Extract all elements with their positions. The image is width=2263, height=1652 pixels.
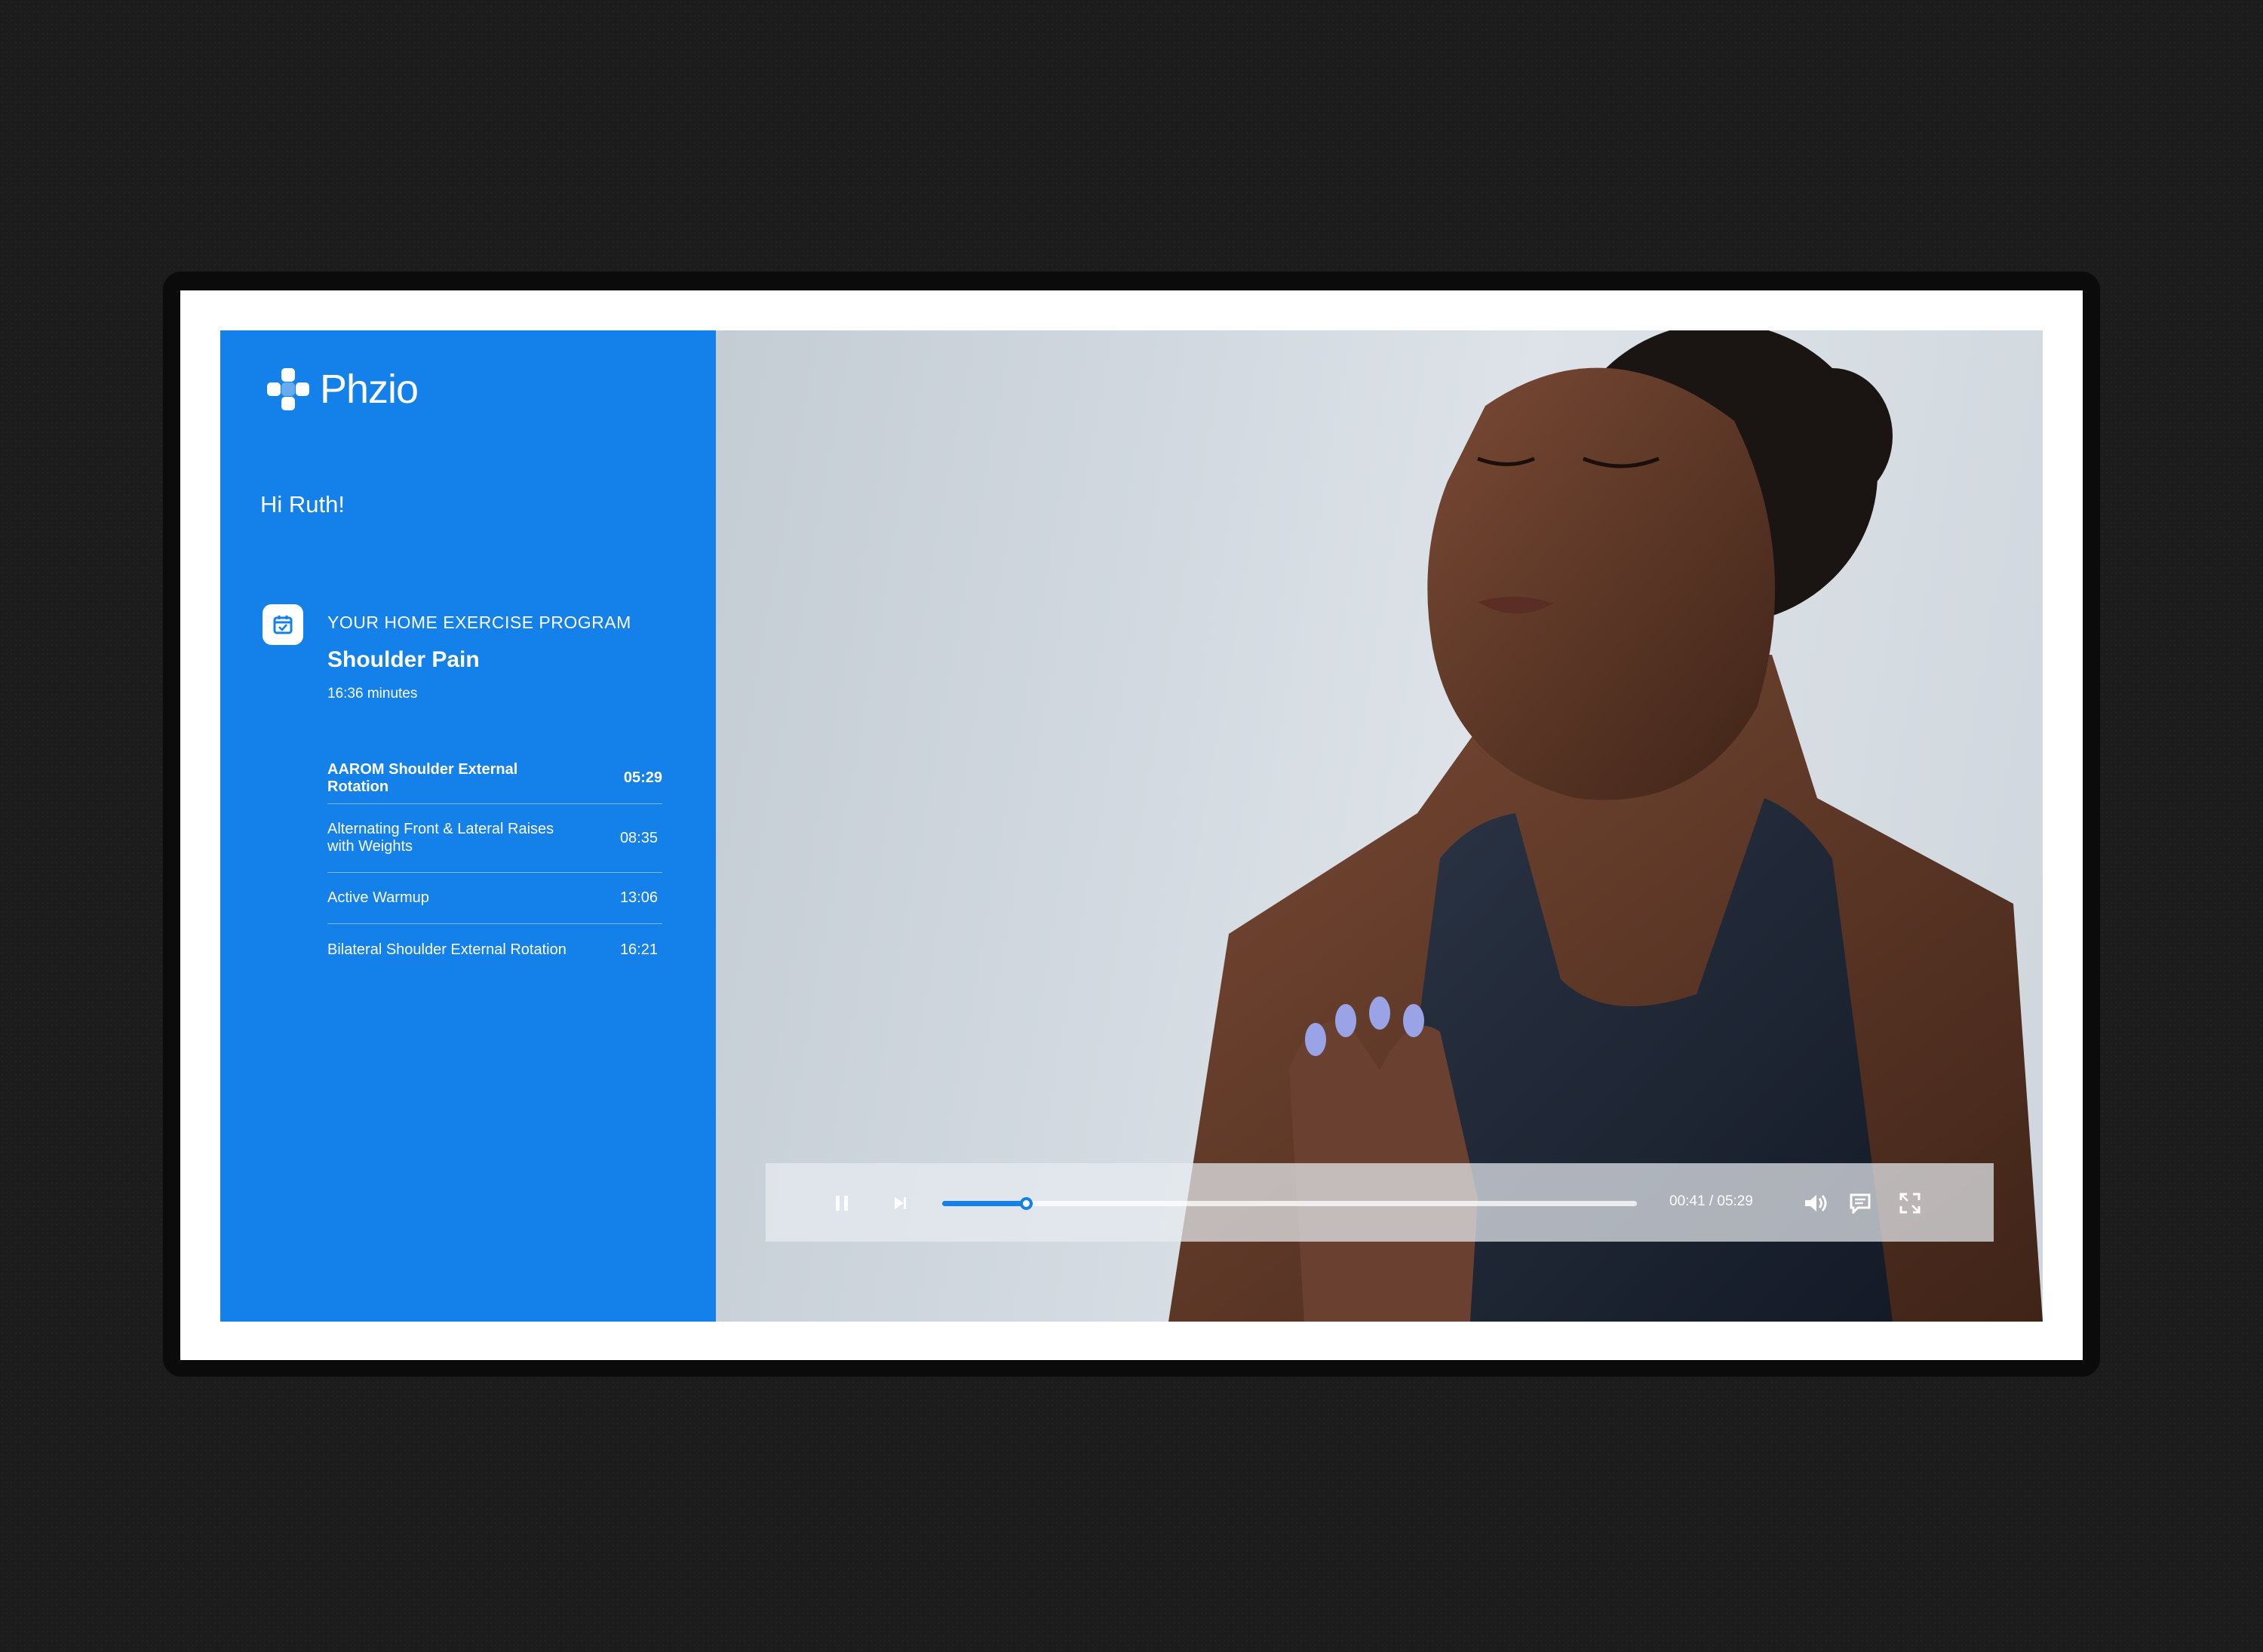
app-window: Phzio Hi Ruth! YOUR HOME EXERCISE PROGRA…: [220, 330, 2043, 1322]
exercise-item[interactable]: Active Warmup 13:06: [327, 873, 662, 924]
exercise-item[interactable]: AAROM Shoulder External Rotation 05:29: [327, 753, 662, 804]
user-greeting: Hi Ruth!: [260, 491, 345, 517]
program-title: Shoulder Pain: [327, 647, 480, 672]
exercise-name: Active Warmup: [327, 889, 429, 906]
exercise-name: Bilateral Shoulder External Rotation: [327, 941, 567, 958]
exercise-item[interactable]: Bilateral Shoulder External Rotation 16:…: [327, 924, 662, 975]
brand-logo[interactable]: Phzio: [267, 366, 419, 413]
exercise-name: AAROM Shoulder External Rotation: [327, 760, 518, 795]
exercise-list: AAROM Shoulder External Rotation 05:29 A…: [327, 753, 662, 975]
plus-cross-logo-icon: [267, 368, 309, 410]
exercise-time: 08:35: [619, 829, 658, 846]
progress-slider[interactable]: [942, 1197, 1637, 1210]
fullscreen-icon[interactable]: [1897, 1190, 1923, 1216]
video-player[interactable]: 00:41 / 05:29: [716, 330, 2043, 1322]
pause-icon[interactable]: [829, 1190, 855, 1216]
sidebar: Phzio Hi Ruth! YOUR HOME EXERCISE PROGRA…: [220, 330, 716, 1322]
captions-icon[interactable]: [1847, 1190, 1873, 1216]
exercise-name: Alternating Front & Lateral Raises with …: [327, 821, 554, 855]
exercise-time: 13:06: [619, 889, 658, 906]
progress-thumb[interactable]: [1019, 1197, 1033, 1210]
volume-icon[interactable]: [1804, 1190, 1829, 1216]
exercise-time: 05:29: [623, 769, 662, 786]
exercise-time: 16:21: [619, 941, 658, 958]
video-controls-bar: 00:41 / 05:29: [766, 1163, 1994, 1242]
program-label: YOUR HOME EXERCISE PROGRAM: [327, 613, 631, 632]
brand-name: Phzio: [320, 367, 419, 412]
calendar-check-icon: [263, 604, 303, 645]
skip-next-icon[interactable]: [888, 1190, 913, 1216]
program-duration: 16:36 minutes: [327, 686, 418, 702]
progress-fill: [942, 1201, 1026, 1206]
exercise-item[interactable]: Alternating Front & Lateral Raises with …: [327, 804, 662, 873]
time-readout: 00:41 / 05:29: [1669, 1193, 1753, 1209]
